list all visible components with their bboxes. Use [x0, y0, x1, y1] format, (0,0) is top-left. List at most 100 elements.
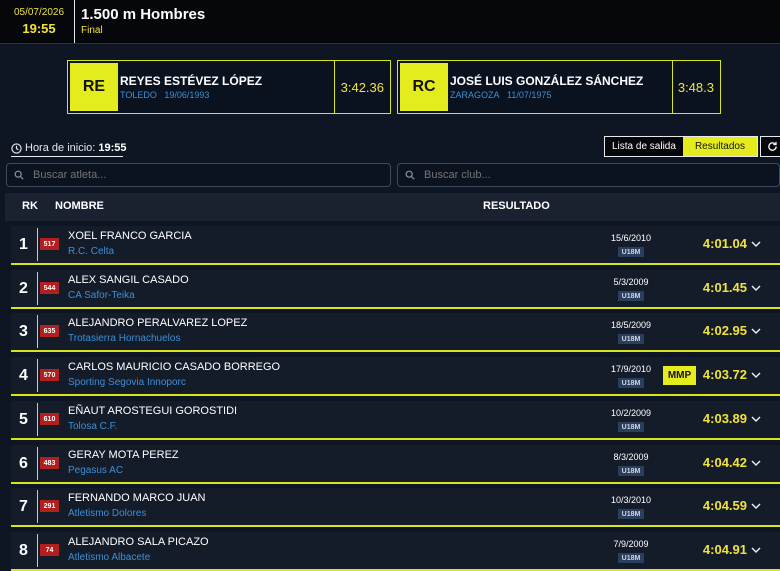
- row-divider: [37, 315, 38, 348]
- athlete-name: ALEJANDRO PERALVAREZ LOPEZ: [68, 317, 248, 329]
- row-rank: 4: [19, 366, 28, 384]
- category-badge: U18M: [618, 466, 644, 476]
- event-date: 05/07/2026: [13, 7, 65, 18]
- search-icon: [405, 170, 415, 180]
- athlete-club: Trotasierra Hornachuelos: [68, 333, 181, 344]
- start-time-underline: [11, 156, 123, 157]
- table-row[interactable]: 4 570 CARLOS MAURICIO CASADO BORREGO Sporti…: [11, 357, 780, 396]
- start-time-value: 19:55: [98, 142, 127, 154]
- tab-results[interactable]: Resultados: [682, 137, 757, 156]
- row-divider: [37, 228, 38, 261]
- bib-badge: 291: [40, 500, 59, 512]
- athlete-name: CARLOS MAURICIO CASADO BORREGO: [68, 361, 281, 373]
- row-rank: 5: [19, 410, 28, 428]
- column-rank: RK: [22, 200, 38, 212]
- bib-badge: 483: [40, 457, 59, 469]
- column-result: RESULTADO: [483, 200, 550, 212]
- athlete-club: R.C. Celta: [68, 246, 115, 257]
- record-date: 19/06/1993: [164, 90, 210, 100]
- record-divider: [672, 61, 673, 113]
- refresh-button[interactable]: [760, 136, 780, 157]
- result-time: 4:03.89: [702, 411, 747, 426]
- record-time: 3:48.3: [677, 80, 714, 95]
- header-divider: [74, 0, 75, 43]
- page-title: 1.500 m Hombres: [81, 6, 206, 23]
- record-info: TOLEDO 19/06/1993: [120, 90, 209, 100]
- record-divider: [334, 61, 335, 113]
- refresh-icon: [767, 141, 777, 151]
- athlete-club: Tolosa C.F.: [68, 421, 118, 432]
- birth-date: 5/3/2009: [613, 277, 649, 287]
- chevron-down-icon[interactable]: [750, 324, 762, 338]
- row-rank: 3: [19, 322, 28, 340]
- row-divider: [37, 490, 38, 523]
- result-time: 4:04.91: [702, 542, 747, 557]
- search-icon: [14, 170, 24, 180]
- table-row[interactable]: 3 635 ALEJANDRO PERALVAREZ LOPEZ Trotasierr…: [11, 313, 780, 352]
- event-round: Final: [81, 25, 103, 36]
- chevron-down-icon[interactable]: [750, 412, 762, 426]
- record-date: 11/07/1975: [507, 90, 552, 100]
- column-name: NOMBRE: [55, 200, 104, 212]
- chevron-down-icon[interactable]: [750, 237, 762, 251]
- chevron-down-icon[interactable]: [750, 543, 762, 557]
- category-badge: U18M: [618, 553, 644, 563]
- record-holder-name: REYES ESTÉVEZ LÓPEZ: [120, 74, 263, 88]
- record-holder-name: JOSÉ LUIS GONZÁLEZ SÁNCHEZ: [450, 74, 644, 88]
- athlete-name: FERNANDO MARCO JUAN: [68, 492, 206, 504]
- athlete-name: GERAY MOTA PEREZ: [68, 449, 179, 461]
- category-badge: U18M: [618, 422, 644, 432]
- record-place: TOLEDO: [120, 90, 157, 100]
- row-rank: 1: [19, 235, 28, 253]
- record-abbr: RE: [70, 63, 118, 111]
- category-badge: U18M: [618, 378, 644, 388]
- bib-badge: 570: [40, 369, 59, 381]
- birth-date: 15/6/2010: [610, 233, 652, 243]
- athlete-name: EÑAUT AROSTEGUI GOROSTIDI: [68, 405, 238, 417]
- view-tabs: Lista de salida Resultados: [604, 136, 758, 157]
- result-time: 4:01.45: [702, 280, 747, 295]
- bib-badge: 635: [40, 325, 59, 337]
- table-row[interactable]: 1 517 XOEL FRANCO GARCIA R.C. Celta 15/6/201…: [11, 226, 780, 265]
- result-time: 4:01.04: [702, 236, 747, 251]
- record-box-rc: RC JOSÉ LUIS GONZÁLEZ SÁNCHEZ ZARAGOZA 1…: [397, 60, 721, 114]
- chevron-down-icon[interactable]: [750, 281, 762, 295]
- chevron-down-icon[interactable]: [750, 456, 762, 470]
- result-time: 4:04.42: [702, 455, 747, 470]
- club-search-input[interactable]: [397, 163, 780, 187]
- tab-startlist[interactable]: Lista de salida: [605, 137, 683, 156]
- row-rank: 6: [19, 454, 28, 472]
- athlete-search-input[interactable]: [6, 163, 391, 187]
- record-box-re: RE REYES ESTÉVEZ LÓPEZ TOLEDO 19/06/1993…: [67, 60, 391, 114]
- row-divider: [37, 359, 38, 392]
- birth-date: 18/5/2009: [610, 320, 652, 330]
- row-divider: [37, 447, 38, 480]
- chevron-down-icon[interactable]: [750, 368, 762, 382]
- chevron-down-icon[interactable]: [750, 499, 762, 513]
- table-row[interactable]: 2 544 ALEX SANGIL CASADO CA Safor-Teika 5/3/…: [11, 270, 780, 309]
- athlete-club: Pegasus AC: [68, 465, 124, 476]
- athlete-club: CA Safor-Teika: [68, 290, 135, 301]
- athlete-name: ALEJANDRO SALA PICAZO: [68, 536, 209, 548]
- record-abbr: RC: [400, 63, 448, 111]
- athlete-club: Atletismo Dolores: [68, 508, 147, 519]
- birth-date: 8/3/2009: [613, 452, 649, 462]
- start-time-label: Hora de inicio:: [25, 142, 96, 154]
- bib-badge: 517: [40, 238, 59, 250]
- record-place: ZARAGOZA: [450, 90, 500, 100]
- table-row[interactable]: 7 291 FERNANDO MARCO JUAN Atletismo Dolores…: [11, 488, 780, 527]
- birth-date: 10/3/2010: [610, 495, 652, 505]
- start-time: Hora de inicio: 19:55: [11, 142, 126, 154]
- result-time: 4:02.95: [702, 323, 747, 338]
- category-badge: U18M: [618, 247, 644, 257]
- row-divider: [37, 272, 38, 305]
- table-row[interactable]: 8 74 ALEJANDRO SALA PICAZO Atletismo Albace…: [11, 532, 780, 571]
- record-time: 3:42.36: [340, 80, 384, 95]
- table-row[interactable]: 6 483 GERAY MOTA PEREZ Pegasus AC 8/3/2009 U1…: [11, 445, 780, 484]
- result-time: 4:03.72: [702, 367, 747, 382]
- athlete-name: ALEX SANGIL CASADO: [68, 274, 189, 286]
- table-row[interactable]: 5 610 EÑAUT AROSTEGUI GOROSTIDI Tolosa C.F.…: [11, 401, 780, 440]
- row-rank: 7: [19, 497, 28, 515]
- bib-badge: 544: [40, 282, 59, 294]
- bib-badge: 74: [40, 544, 59, 556]
